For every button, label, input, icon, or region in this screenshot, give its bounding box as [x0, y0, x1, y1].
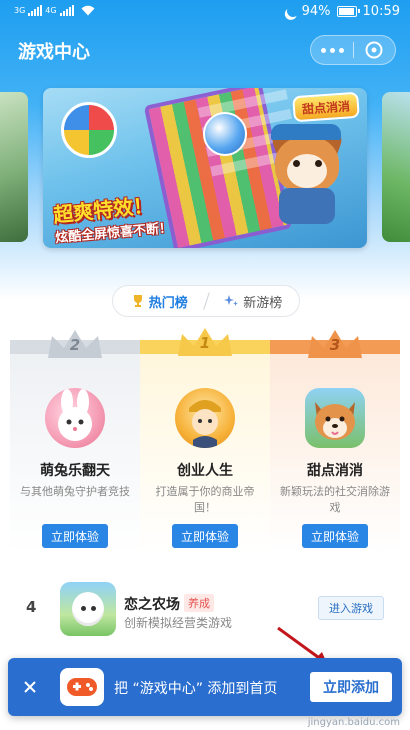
tab-label: 新游榜 [243, 295, 283, 311]
dog-eye [293, 160, 300, 167]
exit-button[interactable] [354, 36, 395, 64]
genre-tag: 养成 [184, 594, 214, 612]
play-now-button[interactable]: 立即体验 [302, 524, 368, 548]
do-not-disturb-icon [285, 3, 300, 18]
tab-label: 热门榜 [148, 295, 188, 311]
game-name: 恋之农场 [124, 597, 180, 613]
battery-percent: 94% [301, 4, 331, 19]
banner-blue-ball [203, 112, 247, 156]
nav-bar: 游戏中心 [0, 30, 410, 70]
rank-number: 3 [329, 336, 341, 354]
wifi-icon [81, 5, 95, 16]
dot-icon [329, 47, 335, 53]
status-right: 94% 10:59 [284, 4, 400, 19]
gamepad-icon [67, 678, 97, 696]
dog-eye [315, 160, 322, 167]
game-name: 甜点消消 [307, 463, 363, 479]
tab-hot-ranking[interactable]: 热门榜 [113, 286, 206, 316]
podium-card-rank-3[interactable]: 3 甜点消消 新颖玩法的社交消除游戏 立即体验 [270, 330, 400, 554]
sparkle-icon [224, 295, 239, 306]
add-now-button[interactable]: 立即添加 [310, 672, 392, 702]
list-item[interactable]: 4 恋之农场 养成 创新模拟经营类游戏 进入游戏 [0, 578, 410, 638]
more-menu-button[interactable] [311, 36, 353, 64]
dog-hat [271, 124, 341, 140]
game-icon-business[interactable] [175, 388, 235, 448]
dog-face [287, 154, 327, 188]
game-icon-rabbit[interactable] [45, 388, 105, 448]
signal-icon-2 [59, 5, 74, 16]
play-now-button[interactable]: 立即体验 [172, 524, 238, 548]
play-now-button[interactable]: 立即体验 [42, 524, 108, 548]
game-name: 创业人生 [177, 463, 233, 479]
add-to-home-banner: 把 “游戏中心” 添加到首页 立即添加 [8, 658, 402, 716]
close-banner-button[interactable] [20, 677, 40, 697]
game-icon-dessert[interactable] [305, 388, 365, 448]
signal-group: 3G 4G [14, 5, 95, 16]
podium-card-rank-2[interactable]: 2 萌兔乐翻天 与其他萌兔守护者竞技 立即体验 [10, 330, 140, 554]
add-to-home-text: 把 “游戏中心” 添加到首页 [114, 681, 278, 697]
dot-icon [338, 47, 344, 53]
banner-dog-mascot [265, 124, 349, 226]
exit-icon [365, 41, 383, 59]
ranking-tabs: 热门榜 新游榜 [112, 285, 300, 317]
rabbit-icon [58, 389, 92, 441]
rank-number: 1 [199, 334, 211, 352]
dog-body [279, 188, 335, 224]
rank-number: 2 [69, 336, 81, 354]
businessman-icon [189, 400, 221, 448]
clock: 10:59 [362, 4, 400, 19]
network-type-1: 3G [14, 6, 26, 15]
promo-banner[interactable]: 甜点消消 超爽特效！ 炫酷全屏惊喜不断！ [43, 88, 367, 248]
banner-game-logo: 甜点消消 [292, 91, 360, 123]
page-title: 游戏中心 [18, 42, 90, 63]
dot-icon [320, 47, 326, 53]
game-description: 与其他萌兔守护者竞技 [20, 485, 130, 498]
watermark: jingyan.baidu.com [307, 717, 400, 728]
status-bar: 3G 4G 94% 10:59 [0, 0, 410, 26]
banner-color-ball [61, 102, 117, 158]
close-icon [24, 681, 36, 693]
dog-face-icon [315, 402, 355, 440]
trophy-icon [133, 295, 142, 307]
enter-game-button[interactable]: 进入游戏 [318, 596, 384, 620]
game-description: 新颖玩法的社交消除游戏 [280, 485, 390, 514]
game-name: 萌兔乐翻天 [40, 463, 110, 479]
sheep-icon [72, 592, 104, 626]
game-description: 创新模拟经营类游戏 [124, 616, 233, 630]
app-logo [60, 668, 104, 706]
list-rank: 4 [26, 598, 37, 616]
game-description: 打造属于你的商业帝国！ [155, 485, 255, 514]
tab-new-ranking[interactable]: 新游榜 [207, 286, 300, 316]
banner-prev-peek[interactable] [0, 92, 28, 242]
mini-program-capsule [310, 35, 396, 65]
signal-icon [28, 5, 43, 16]
banner-next-peek[interactable] [382, 92, 410, 242]
game-icon-farm[interactable] [60, 582, 116, 636]
battery-icon [336, 6, 360, 17]
network-type-2: 4G [45, 6, 57, 15]
podium-card-rank-1[interactable]: 1 创业人生 打造属于你的商业帝国！ 立即体验 [140, 328, 270, 554]
